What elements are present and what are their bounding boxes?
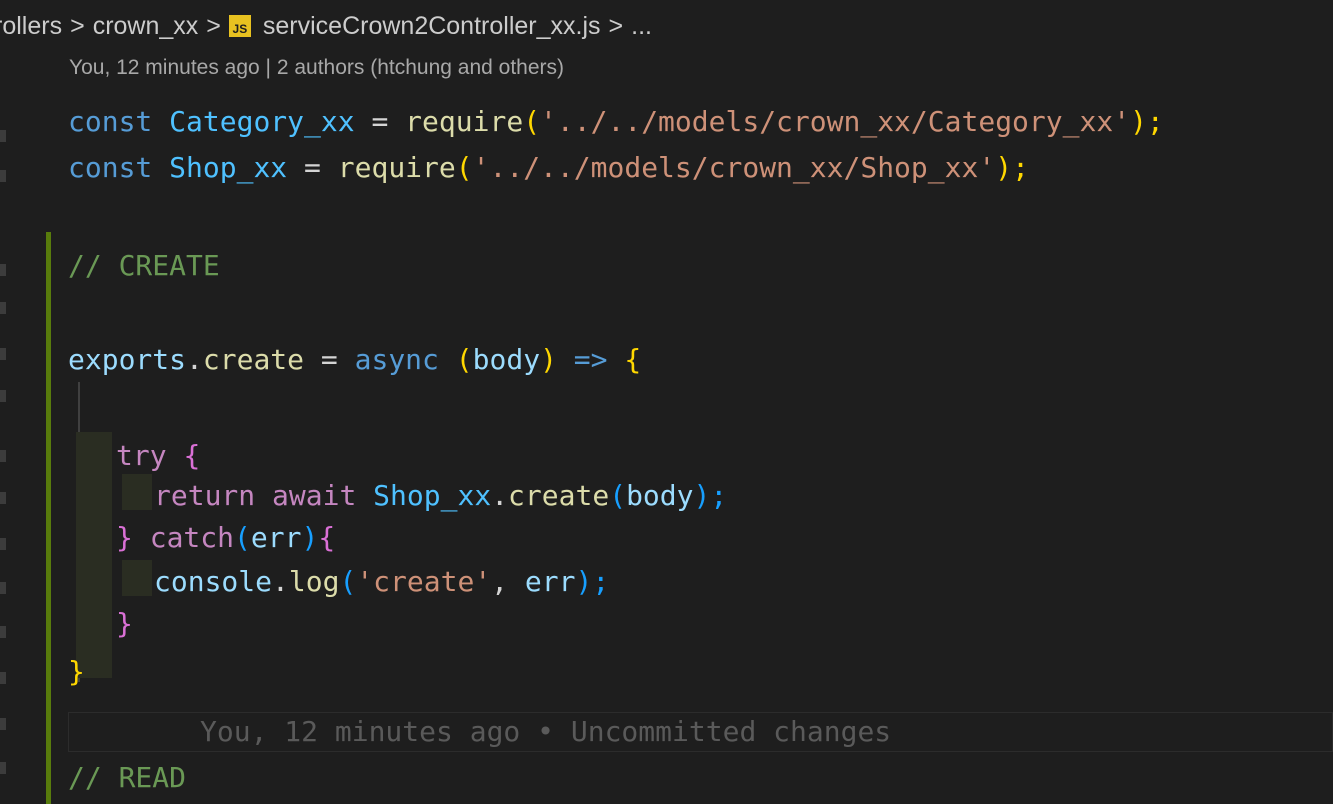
javascript-file-icon: JS xyxy=(228,15,251,37)
identifier: Shop_xx xyxy=(169,151,288,184)
code-line: try { xyxy=(116,436,200,476)
indent-highlight xyxy=(76,432,112,678)
code-line: console.log('create', err); xyxy=(154,562,609,602)
comment-read: // READ xyxy=(68,761,187,794)
indent-highlight xyxy=(122,474,152,510)
bracket: ( xyxy=(234,521,251,554)
code-editor[interactable]: You, 12 minutes ago | 2 authors (htchung… xyxy=(0,52,1333,804)
bracket: } xyxy=(116,521,133,554)
gutter-marker xyxy=(0,762,6,774)
parameter: body xyxy=(472,343,541,376)
bracket: ( xyxy=(609,479,627,512)
parameter: err xyxy=(250,521,302,554)
function-name: create xyxy=(202,343,305,376)
operator: = xyxy=(304,343,355,376)
identifier: exports xyxy=(68,343,187,376)
gutter-marker xyxy=(0,170,6,182)
gutter-marker xyxy=(0,492,6,504)
indent-highlight xyxy=(122,560,152,596)
keyword: const xyxy=(68,151,153,184)
gutter-marker xyxy=(0,302,6,314)
parameter: body xyxy=(626,479,694,512)
gutter-marker xyxy=(0,582,6,594)
modified-lines-indicator[interactable] xyxy=(46,232,51,804)
bracket: { xyxy=(624,343,642,376)
keyword: async xyxy=(354,343,439,376)
bracket: { xyxy=(318,521,336,554)
breadcrumb-item-controllers[interactable]: rollers xyxy=(0,12,62,41)
punctuation: . xyxy=(491,479,509,512)
identifier: console xyxy=(154,565,273,598)
inline-blame[interactable]: You, 12 minutes ago • Uncommitted change… xyxy=(200,713,891,751)
keyword: const xyxy=(68,105,153,138)
closing-brace: } xyxy=(116,607,133,640)
string: '../../models/crown_xx/Shop_xx' xyxy=(472,151,996,184)
string: '../../models/crown_xx/Category_xx' xyxy=(540,105,1131,138)
breadcrumb-item-file[interactable]: JS serviceCrown2Controller_xx.js xyxy=(228,11,601,41)
gutter-marker xyxy=(0,130,6,142)
keyword: return xyxy=(154,479,256,512)
code-line: exports.create = async (body) => { xyxy=(68,340,641,380)
breadcrumb-file-label: serviceCrown2Controller_xx.js xyxy=(262,11,601,40)
breadcrumb-separator: > xyxy=(206,11,221,40)
operator: = xyxy=(287,151,338,184)
bracket: ); xyxy=(575,565,610,598)
identifier: Category_xx xyxy=(169,105,355,138)
punctuation: . xyxy=(186,343,203,376)
gutter-marker xyxy=(0,264,6,276)
function-name: create xyxy=(508,479,610,512)
breadcrumb-separator: > xyxy=(70,11,85,40)
parameter: err xyxy=(524,565,576,598)
code-line: const Category_xx = require('../../model… xyxy=(68,102,1164,142)
closing-brace: } xyxy=(68,655,85,688)
bracket: ); xyxy=(693,479,728,512)
bracket: ( xyxy=(523,105,541,138)
breadcrumb: rollers > crown_xx > JS serviceCrown2Con… xyxy=(0,0,1333,52)
gutter-marker xyxy=(0,672,6,684)
bracket: ( xyxy=(455,343,473,376)
comment-create: // CREATE xyxy=(68,249,220,282)
keyword: try xyxy=(116,439,167,472)
keyword: await xyxy=(272,479,357,512)
bracket: ) xyxy=(301,521,319,554)
function-name: require xyxy=(337,151,456,184)
breadcrumb-item-crown-xx[interactable]: crown_xx xyxy=(93,12,199,41)
gutter-marker xyxy=(0,390,6,402)
bracket: ( xyxy=(339,565,357,598)
bracket: ); xyxy=(995,151,1029,184)
breadcrumb-separator: > xyxy=(608,11,624,40)
bracket: ( xyxy=(455,151,473,184)
gutter-marker xyxy=(0,626,6,638)
bracket: ); xyxy=(1130,105,1164,138)
breadcrumb-item-symbols[interactable]: ... xyxy=(631,12,652,41)
gutter-marker xyxy=(0,348,6,360)
string: 'create' xyxy=(356,565,492,598)
gutter-marker xyxy=(0,718,6,730)
gutter-marker xyxy=(0,538,6,550)
bracket: { xyxy=(183,439,201,472)
operator: = xyxy=(354,105,406,138)
arrow-operator: => xyxy=(573,343,608,376)
codelens-authors[interactable]: You, 12 minutes ago | 2 authors (htchung… xyxy=(69,56,564,80)
punctuation: , xyxy=(491,565,525,598)
gutter-marker xyxy=(0,450,6,462)
punctuation: . xyxy=(272,565,289,598)
code-line: return await Shop_xx.create(body); xyxy=(154,476,727,516)
identifier: Shop_xx xyxy=(373,479,492,512)
bracket: ) xyxy=(540,343,557,376)
function-name: require xyxy=(405,105,524,138)
keyword: catch xyxy=(149,521,235,554)
code-line: } catch(err){ xyxy=(116,518,335,558)
code-line: const Shop_xx = require('../../models/cr… xyxy=(68,148,1029,188)
function-name: log xyxy=(288,565,340,598)
